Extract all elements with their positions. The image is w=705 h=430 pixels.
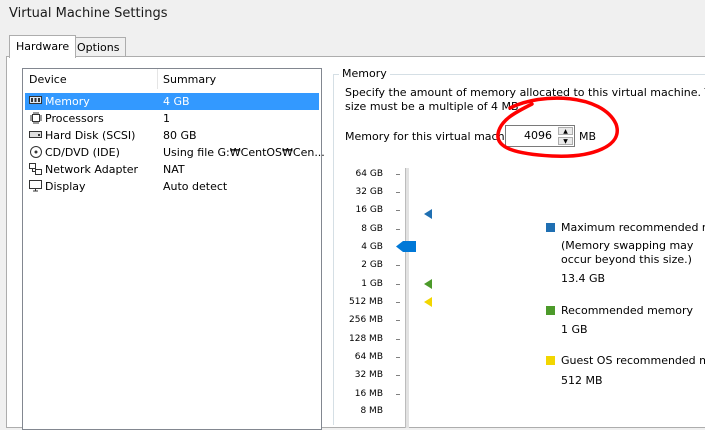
device-summary: Auto detect (163, 180, 228, 193)
slider-tick-label: 4 GB (361, 242, 383, 252)
slider-tick-label: 8 GB (361, 224, 383, 234)
slider-tick-label: 8 MB (360, 406, 383, 416)
red-circle-annotation (496, 96, 619, 158)
slider-tick-label: 64 MB (354, 352, 383, 362)
slider-tick (396, 265, 400, 266)
device-name: CD/DVD (IDE) (45, 146, 120, 159)
hard-disk-icon (29, 129, 42, 141)
recommended-marker (424, 279, 432, 289)
device-name: Network Adapter (45, 163, 139, 176)
slider-tick-label: 16 GB (355, 205, 383, 215)
slider-tick (396, 394, 400, 395)
processor-icon (29, 112, 42, 124)
slider-tick (396, 192, 400, 193)
slider-tick (396, 375, 400, 376)
device-summary: 1 (163, 112, 170, 125)
guest-minimum-value: 512 MB (561, 374, 603, 387)
column-header-device[interactable]: Device (29, 73, 67, 86)
device-summary: 4 GB (163, 95, 190, 108)
memory-slider-track[interactable] (405, 168, 409, 428)
slider-tick-label: 128 MB (349, 334, 383, 344)
display-icon (29, 180, 42, 192)
tab-hardware[interactable]: Hardware (9, 35, 77, 58)
column-divider[interactable] (157, 69, 158, 89)
recommended-swatch (546, 306, 555, 315)
max-recommended-marker (424, 209, 432, 219)
guest-minimum-label: Guest OS recommended minim (561, 354, 705, 367)
slider-tick-label: 512 MB (349, 297, 383, 307)
max-recommended-note: occur beyond this size.) (561, 253, 692, 266)
slider-tick (396, 357, 400, 358)
window-title: Virtual Machine Settings (9, 6, 168, 21)
device-name: Processors (45, 112, 104, 125)
max-recommended-value: 13.4 GB (561, 272, 606, 285)
cd-dvd-icon (29, 146, 42, 158)
slider-tick-label: 64 GB (355, 169, 383, 179)
tab-options[interactable]: Options (70, 37, 127, 58)
device-name: Display (45, 180, 86, 193)
device-row-processors[interactable]: Processors 1 (25, 110, 319, 127)
slider-tick-label: 32 MB (354, 370, 383, 380)
device-summary: NAT (163, 163, 185, 176)
recommended-value: 1 GB (561, 323, 588, 336)
memory-group-label: Memory (339, 67, 390, 80)
column-header-summary[interactable]: Summary (163, 73, 216, 86)
memory-icon (29, 95, 42, 107)
device-row-cd-dvd[interactable]: CD/DVD (IDE) Using file G:₩CentOS₩Cen... (25, 144, 325, 161)
device-row-display[interactable]: Display Auto detect (25, 178, 319, 195)
device-list[interactable]: Device Summary Memory 4 GB Processors 1 … (22, 68, 325, 430)
max-recommended-label: Maximum recommended memo (561, 221, 705, 234)
guest-minimum-swatch (546, 356, 555, 365)
device-row-network-adapter[interactable]: Network Adapter NAT (25, 161, 319, 178)
guest-minimum-marker (424, 297, 432, 307)
slider-tick (396, 174, 400, 175)
slider-tick (396, 284, 400, 285)
slider-tick (396, 302, 400, 303)
slider-tick (396, 229, 400, 230)
device-name: Hard Disk (SCSI) (45, 129, 136, 142)
device-row-memory[interactable]: Memory 4 GB (25, 93, 319, 110)
device-row-hard-disk[interactable]: Hard Disk (SCSI) 80 GB (25, 127, 319, 144)
max-recommended-note: (Memory swapping may (561, 239, 694, 252)
device-summary: Using file G:₩CentOS₩Cen... (163, 146, 325, 159)
slider-tick-label: 256 MB (349, 315, 383, 325)
slider-tick-label: 16 MB (354, 389, 383, 399)
slider-tick (396, 320, 400, 321)
slider-tick-label: 2 GB (361, 260, 383, 270)
network-adapter-icon (29, 163, 42, 175)
slider-tick (396, 339, 400, 340)
slider-tick-label: 1 GB (361, 279, 383, 289)
device-summary: 80 GB (163, 129, 197, 142)
max-recommended-swatch (546, 223, 555, 232)
device-name: Memory (45, 95, 90, 108)
slider-tick-label: 32 GB (355, 187, 383, 197)
recommended-label: Recommended memory (561, 304, 694, 317)
slider-tick (396, 210, 400, 211)
